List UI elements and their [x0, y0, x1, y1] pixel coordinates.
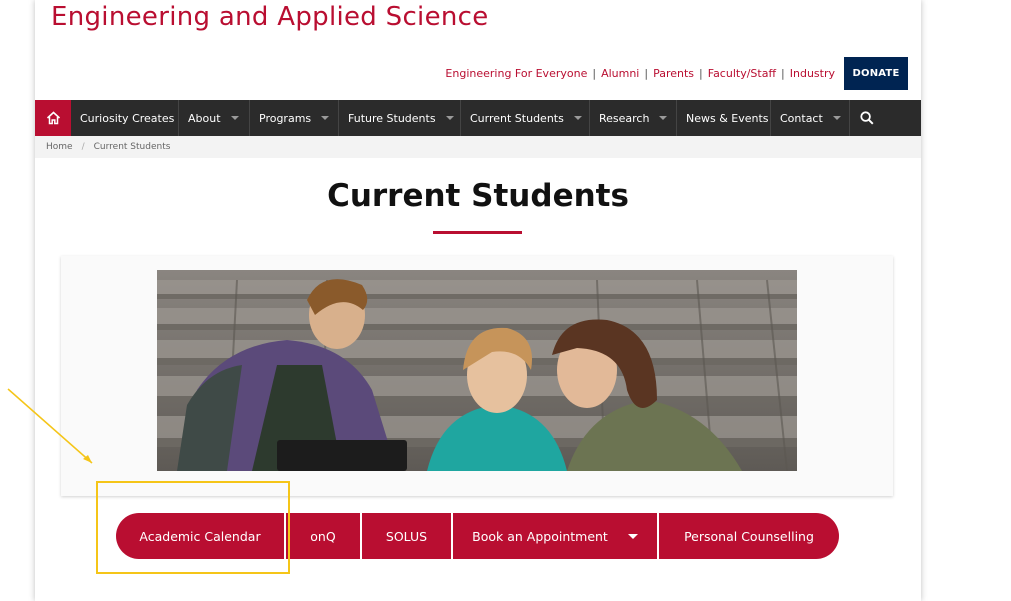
title-underline: [433, 231, 522, 234]
nav-item-news-events[interactable]: News & Events: [677, 100, 771, 136]
breadcrumb-home[interactable]: Home: [46, 142, 73, 152]
utility-link-alumni[interactable]: Alumni: [601, 67, 639, 80]
utility-link-industry[interactable]: Industry: [790, 67, 835, 80]
quick-link-label: Academic Calendar: [139, 528, 261, 544]
chevron-down-icon: [832, 116, 841, 120]
utility-links: Engineering For Everyone | Alumni | Pare…: [445, 64, 835, 82]
breadcrumb-separator: /: [81, 142, 85, 152]
nav-item-curiosity-creates[interactable]: Curiosity Creates: [71, 100, 179, 136]
page-title: Current Students: [327, 178, 629, 214]
page-container: Engineering and Applied Science Engineer…: [35, 0, 921, 601]
utility-separator: |: [699, 66, 703, 80]
nav-item-label: Current Students: [470, 111, 564, 125]
quick-link-label: Book an Appointment: [472, 528, 608, 544]
nav-item-label: About: [188, 111, 221, 125]
utility-link-engineering-for-everyone[interactable]: Engineering For Everyone: [445, 67, 587, 80]
nav-search-button[interactable]: [850, 100, 884, 136]
chevron-down-icon: [445, 116, 454, 120]
book-appointment-button[interactable]: Book an Appointment: [453, 513, 659, 559]
nav-item-programs[interactable]: Programs: [250, 100, 339, 136]
site-title[interactable]: Engineering and Applied Science: [51, 2, 489, 32]
donate-button[interactable]: DONATE: [844, 57, 908, 90]
nav-item-label: News & Events: [686, 111, 769, 125]
chevron-down-icon: [230, 116, 239, 120]
nav-item-label: Future Students: [348, 111, 436, 125]
students-photo: [157, 270, 797, 471]
quick-link-label: Personal Counselling: [684, 528, 814, 544]
utility-link-faculty-staff[interactable]: Faculty/Staff: [708, 67, 776, 80]
quick-link-label: onQ: [310, 528, 336, 544]
search-icon: [860, 111, 874, 125]
utility-separator: |: [592, 66, 597, 80]
solus-button[interactable]: SOLUS: [362, 513, 453, 559]
main-nav: Curiosity Creates About Programs Future …: [35, 100, 921, 136]
nav-item-about[interactable]: About: [179, 100, 250, 136]
nav-item-contact[interactable]: Contact: [771, 100, 850, 136]
personal-counselling-button[interactable]: Personal Counselling: [659, 513, 839, 559]
nav-item-current-students[interactable]: Current Students: [461, 100, 590, 136]
chevron-down-icon: [573, 116, 582, 120]
quick-link-label: SOLUS: [385, 528, 428, 544]
nav-item-research[interactable]: Research: [590, 100, 677, 136]
onq-button[interactable]: onQ: [286, 513, 362, 559]
nav-item-label: Contact: [780, 111, 823, 125]
breadcrumb-current: Current Students: [93, 142, 171, 152]
right-background: [921, 0, 1011, 601]
nav-item-label: Research: [599, 111, 650, 125]
academic-calendar-button[interactable]: Academic Calendar: [116, 513, 286, 559]
chevron-down-icon: [659, 116, 668, 120]
nav-home-button[interactable]: [35, 100, 71, 136]
quick-links-bar: Academic Calendar onQ SOLUS Book an Appo…: [116, 513, 839, 559]
chevron-down-icon: [321, 116, 330, 120]
utility-link-parents[interactable]: Parents: [653, 67, 694, 80]
chevron-down-icon: [627, 533, 638, 539]
nav-item-label: Curiosity Creates: [80, 111, 175, 125]
nav-item-label: Programs: [259, 111, 312, 125]
hero-card: [61, 256, 893, 496]
utility-separator: |: [781, 66, 785, 80]
utility-separator: |: [644, 66, 649, 80]
breadcrumb: Home / Current Students: [35, 136, 921, 158]
home-icon: [46, 111, 60, 125]
nav-item-future-students[interactable]: Future Students: [339, 100, 461, 136]
